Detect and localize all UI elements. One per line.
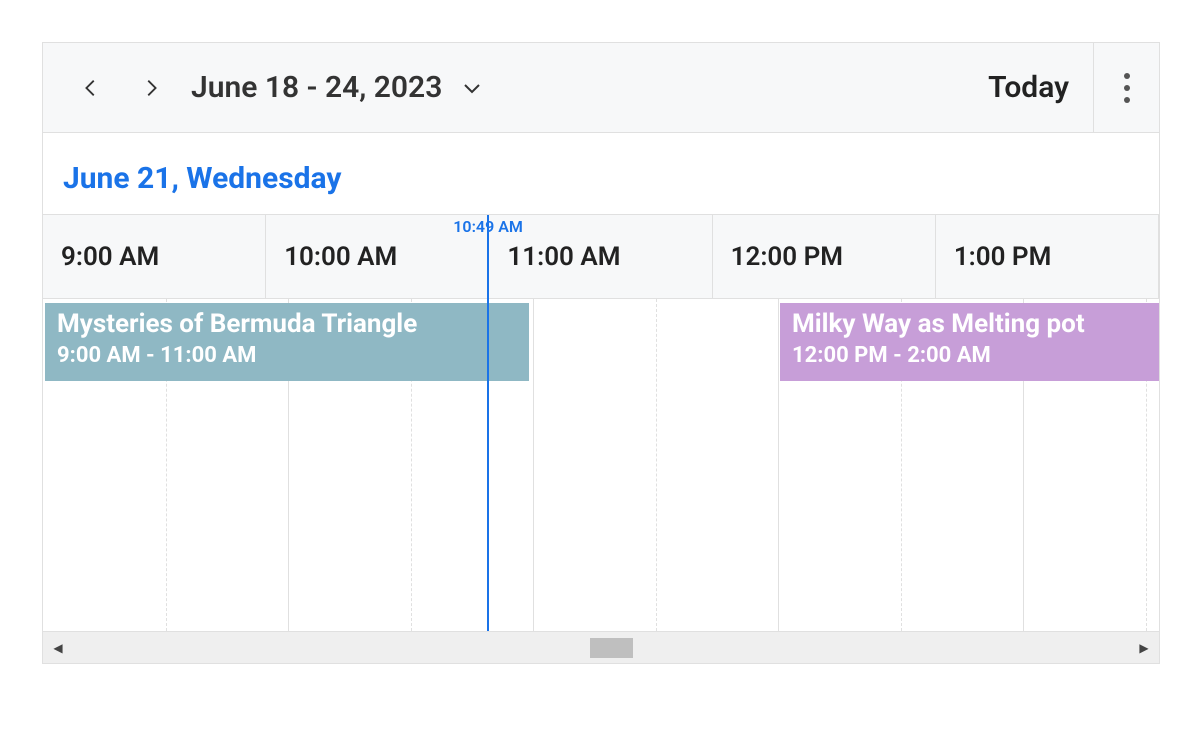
- chevron-right-icon: [140, 77, 162, 99]
- event-title: Mysteries of Bermuda Triangle: [57, 309, 517, 339]
- next-button[interactable]: [121, 58, 181, 118]
- timeline: 9:00 AM10:00 AM11:00 AM12:00 PM1:00 PM M…: [43, 214, 1159, 631]
- more-vertical-icon: [1124, 73, 1130, 103]
- calendar-event[interactable]: Milky Way as Melting pot 12:00 PM - 2:00 …: [780, 303, 1159, 381]
- prev-button[interactable]: [61, 58, 121, 118]
- event-time-range: 9:00 AM - 11:00 AM: [57, 343, 517, 368]
- day-header[interactable]: June 21, Wednesday: [43, 133, 1159, 214]
- event-time-range: 12:00 PM - 2:00 AM: [792, 343, 1159, 368]
- scroll-thumb[interactable]: [590, 638, 632, 658]
- date-range-label: June 18 - 24, 2023: [191, 70, 442, 105]
- chevron-down-icon: [460, 76, 484, 100]
- event-title: Milky Way as Melting pot: [792, 309, 1159, 339]
- calendar-event[interactable]: Mysteries of Bermuda Triangle 9:00 AM - 1…: [45, 303, 529, 381]
- scroll-left-button[interactable]: ◀: [43, 632, 73, 663]
- hour-header-row: 9:00 AM10:00 AM11:00 AM12:00 PM1:00 PM: [43, 215, 1159, 299]
- hour-header-cell[interactable]: 1:00 PM: [936, 215, 1159, 298]
- chevron-left-icon: [80, 77, 102, 99]
- hour-header-cell[interactable]: 10:00 AM: [266, 215, 489, 298]
- hour-gridline: [533, 299, 534, 631]
- scroll-track[interactable]: [73, 632, 1129, 663]
- date-range-picker[interactable]: June 18 - 24, 2023: [191, 70, 484, 105]
- horizontal-scrollbar[interactable]: ◀ ▶: [43, 631, 1159, 663]
- toolbar: June 18 - 24, 2023 Today: [43, 43, 1159, 133]
- hour-header-cell[interactable]: 9:00 AM: [43, 215, 266, 298]
- event-area[interactable]: Mysteries of Bermuda Triangle 9:00 AM - 1…: [43, 299, 1159, 631]
- hour-gridline: [778, 299, 779, 631]
- scroll-right-button[interactable]: ▶: [1129, 632, 1159, 663]
- today-button[interactable]: Today: [964, 43, 1093, 132]
- half-hour-gridline: [656, 299, 657, 631]
- more-options-button[interactable]: [1093, 43, 1159, 132]
- hour-header-cell[interactable]: 11:00 AM: [489, 215, 712, 298]
- scheduler: June 18 - 24, 2023 Today June 21, Wednes…: [42, 42, 1160, 664]
- hour-header-cell[interactable]: 12:00 PM: [713, 215, 936, 298]
